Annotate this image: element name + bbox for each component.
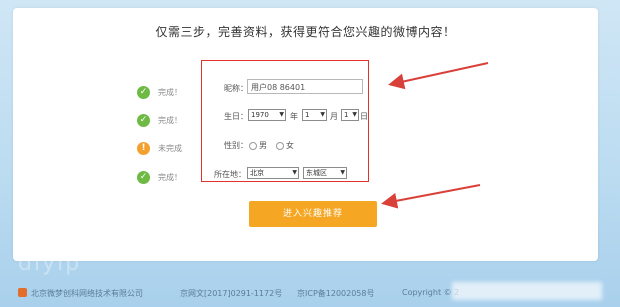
nickname-input[interactable]: 用户08 86401: [247, 79, 363, 94]
profile-card: 仅需三步，完善资料，获得更符合您兴趣的微博内容！ ✓ 完成！ ✓ 完成！ ! 未…: [13, 8, 598, 261]
district-select-value: 东城区: [306, 169, 327, 177]
headline: 仅需三步，完善资料，获得更符合您兴趣的微博内容！: [155, 25, 456, 39]
birthday-label: 生日：: [224, 112, 248, 121]
year-select[interactable]: 1970 ▼: [248, 109, 286, 121]
month-select[interactable]: 1 ▼: [302, 109, 327, 121]
check-icon: ✓: [137, 85, 150, 99]
gender-male-radio[interactable]: [249, 142, 257, 150]
day-select[interactable]: 1 ▼: [341, 109, 359, 121]
gender-male-label[interactable]: 男: [259, 140, 267, 151]
step-status-text: 完成！: [158, 172, 182, 182]
footer-icp: 京ICP备12002058号: [297, 289, 375, 298]
chevron-down-icon: ▼: [279, 111, 284, 118]
step-status-text: 完成！: [158, 87, 182, 97]
chevron-down-icon: ▼: [320, 111, 325, 118]
chevron-down-icon: ▼: [340, 169, 345, 176]
province-select-value: 北京: [250, 169, 264, 177]
check-icon: ✓: [137, 170, 150, 184]
district-select[interactable]: 东城区 ▼: [303, 167, 347, 179]
step-status-birthday: ✓ 完成！: [137, 112, 182, 128]
profile-form-highlight: 昵称： 用户08 86401 生日： 1970 ▼ 年 1 ▼ 月 1 ▼ 日 …: [201, 60, 369, 182]
watermark: diyip: [18, 251, 82, 276]
blurred-overlay: [452, 282, 602, 300]
nickname-label: 昵称：: [224, 84, 248, 93]
location-label: 所在地：: [214, 170, 246, 179]
month-unit: 月: [330, 112, 338, 121]
company-logo-icon: [18, 288, 27, 297]
year-select-value: 1970: [251, 111, 269, 119]
gender-label: 性别：: [224, 141, 248, 150]
day-unit: 日: [360, 112, 368, 121]
step-status-gender: ! 未完成: [137, 140, 182, 156]
province-select[interactable]: 北京 ▼: [247, 167, 299, 179]
step-status-location: ✓ 完成！: [137, 169, 182, 185]
enter-interest-recommendation-button[interactable]: 进入兴趣推荐: [249, 201, 377, 227]
day-select-value: 1: [344, 111, 349, 119]
check-icon: ✓: [137, 113, 150, 127]
step-status-text: 未完成: [158, 143, 182, 153]
footer-copyright: Copyright © 2: [402, 288, 460, 297]
chevron-down-icon: ▼: [352, 111, 357, 118]
chevron-down-icon: ▼: [292, 169, 297, 176]
step-status-text: 完成！: [158, 115, 182, 125]
step-status-nickname: ✓ 完成！: [137, 84, 182, 100]
month-select-value: 1: [305, 111, 310, 119]
footer-license: 京网文[2017]0291-1172号: [180, 289, 283, 298]
gender-female-label[interactable]: 女: [286, 140, 294, 151]
warning-icon: !: [137, 141, 150, 155]
gender-female-radio[interactable]: [276, 142, 284, 150]
year-unit: 年: [290, 112, 298, 121]
footer-company: 北京微梦创科网络技术有限公司: [31, 289, 143, 298]
